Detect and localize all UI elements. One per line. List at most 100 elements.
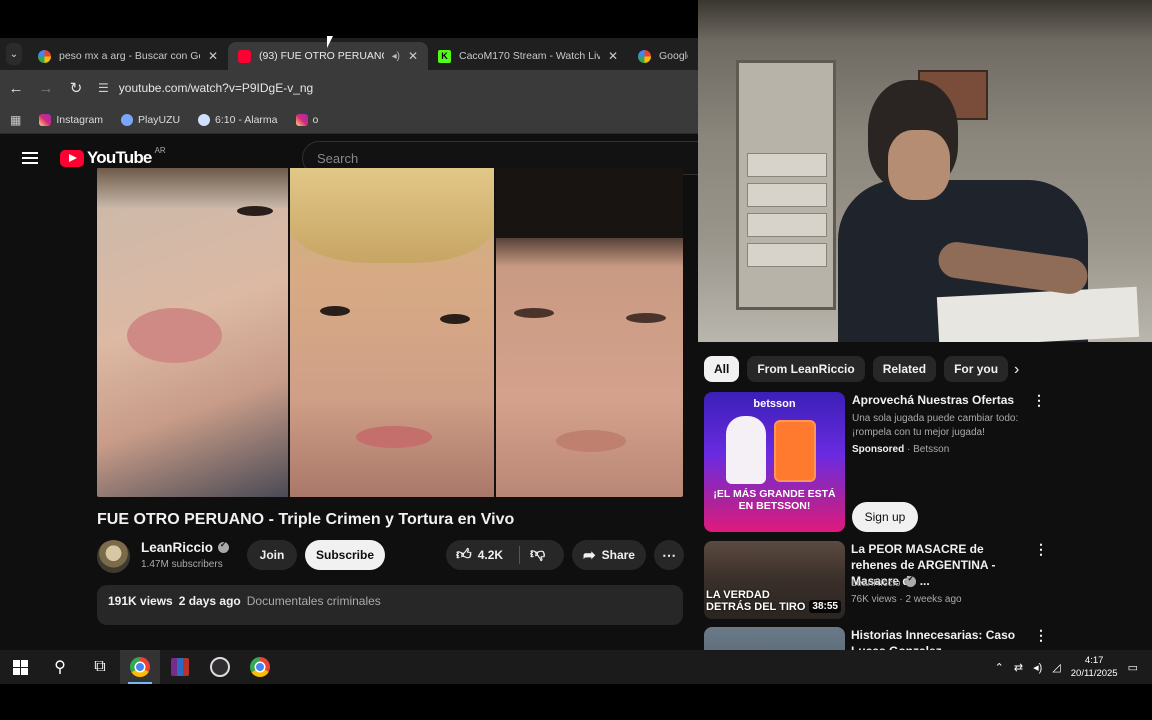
- youtube-logo[interactable]: YouTube AR: [60, 146, 166, 168]
- share-icon: ➦: [583, 547, 596, 564]
- webcam-overlay: [698, 0, 1152, 342]
- view-count: 191K views: [108, 594, 173, 608]
- recommendation-title[interactable]: Historias Innecesarias: Caso Lucas Gonza…: [851, 627, 1031, 650]
- volume-icon[interactable]: ◂): [1033, 661, 1042, 674]
- bookmark-alarm[interactable]: 6:10 - Alarma: [198, 113, 278, 126]
- upload-age: 2 days ago: [178, 594, 241, 608]
- bookmark-o[interactable]: o: [295, 113, 319, 126]
- speaker-icon[interactable]: ◂): [392, 51, 400, 62]
- tab-close-icon[interactable]: ✕: [608, 49, 618, 63]
- search-icon[interactable]: ⚲: [40, 650, 80, 684]
- channel-row: LeanRiccio 1.47M subscribers Join Subscr…: [97, 538, 687, 578]
- recommendations-sidebar: All From LeanRiccio Related For you › be…: [698, 342, 1152, 650]
- windows-start-icon[interactable]: [0, 650, 40, 684]
- address-bar: ← → ↻ ☰ youtube.com/watch?v=P9IDgE-v_ng: [0, 70, 698, 106]
- bookmark-label: o: [312, 113, 319, 126]
- chrome-taskbar-icon-2[interactable]: [240, 650, 280, 684]
- sponsored-ad[interactable]: betsson ¡EL MÁS GRANDE ESTÁ EN BETSSON! …: [704, 392, 1144, 532]
- tab-google[interactable]: Google: [628, 42, 698, 70]
- site-info-icon[interactable]: ☰: [98, 81, 109, 95]
- bookmark-label: Instagram: [56, 113, 104, 126]
- thumbs-down-icon[interactable]: 👎︎: [530, 545, 545, 563]
- forward-icon[interactable]: →: [38, 80, 54, 97]
- menu-icon[interactable]: [22, 152, 38, 164]
- kick-icon: K: [438, 49, 451, 63]
- system-tray: ⌃ ⇄ ◂) ◿ 4:17 20/11/2025 ▭: [995, 650, 1152, 684]
- reload-icon[interactable]: ↻: [68, 79, 84, 97]
- tab-strip: ⌄ peso mx a arg - Buscar con Google ✕ (9…: [0, 38, 698, 70]
- bookmark-playuzu[interactable]: PlayUZU: [121, 113, 180, 126]
- chip-all[interactable]: All: [704, 356, 740, 382]
- ad-text: Una sola jugada puede cambiar todo: ¡rom…: [852, 413, 1019, 438]
- more-actions-icon[interactable]: ⋯: [654, 540, 684, 570]
- tab-close-icon[interactable]: ✕: [408, 49, 418, 63]
- task-view-icon[interactable]: ⧉: [80, 650, 120, 684]
- instagram-icon: [39, 113, 52, 126]
- wifi-icon[interactable]: ◿: [1052, 661, 1060, 674]
- recommendation-thumbnail[interactable]: [704, 627, 845, 650]
- tab-label: (93) FUE OTRO PERUANO -: [259, 50, 384, 62]
- subscribe-button[interactable]: Subscribe: [305, 540, 385, 570]
- network-icon[interactable]: ⇄: [1014, 661, 1023, 674]
- ad-meta: Sponsored · Betsson: [852, 444, 949, 455]
- alarm-icon: [198, 113, 211, 126]
- recommendation-item[interactable]: Historias Innecesarias: Caso Lucas Gonza…: [704, 627, 1144, 650]
- clock[interactable]: 4:17 20/11/2025: [1071, 654, 1118, 680]
- windows-taskbar: ⚲ ⧉ ⌃ ⇄ ◂) ◿ 4:17 20/11/2025 ▭: [0, 650, 1152, 684]
- url-text: youtube.com/watch?v=P9IDgE-v_ng: [118, 81, 314, 95]
- video-title: FUE OTRO PERUANO - Triple Crimen y Tortu…: [97, 511, 515, 528]
- chrome-taskbar-icon[interactable]: [120, 650, 160, 684]
- ad-phone: [774, 420, 816, 482]
- back-icon[interactable]: ←: [8, 80, 24, 97]
- url-field[interactable]: ☰ youtube.com/watch?v=P9IDgE-v_ng: [98, 81, 313, 95]
- google-icon: [38, 49, 51, 63]
- video-duration: 38:55: [809, 600, 841, 613]
- tab-kick-stream[interactable]: K CacoM170 Stream - Watch Live ✕: [428, 42, 628, 70]
- youtube-play-icon: [60, 149, 84, 167]
- chip-for-you[interactable]: For you: [944, 356, 1009, 382]
- ad-title[interactable]: Aprovechá Nuestras Ofertas: [852, 393, 1014, 407]
- playuzu-icon: [121, 113, 134, 126]
- recommendation-more-icon[interactable]: ⋮: [1034, 627, 1048, 644]
- tab-close-icon[interactable]: ✕: [208, 49, 218, 63]
- top-black-band: [0, 0, 700, 38]
- person-face: [888, 130, 950, 200]
- share-label: Share: [601, 548, 635, 562]
- chip-from-channel[interactable]: From LeanRiccio: [747, 356, 865, 382]
- apps-grid-icon[interactable]: ▦: [10, 113, 21, 127]
- description-box[interactable]: 191K views 2 days ago Documentales crimina…: [97, 585, 683, 625]
- like-button[interactable]: 👍︎ 4.2K 👎︎: [446, 540, 564, 570]
- video-player[interactable]: [97, 168, 683, 497]
- tab-label: CacoM170 Stream - Watch Live: [459, 50, 600, 62]
- tab-label: peso mx a arg - Buscar con Google: [59, 50, 200, 62]
- logo-text: YouTube: [87, 148, 152, 167]
- notifications-icon[interactable]: ▭: [1128, 661, 1138, 674]
- join-button[interactable]: Join: [247, 540, 297, 570]
- sign-up-button[interactable]: Sign up: [852, 502, 918, 532]
- filter-chips: All From LeanRiccio Related For you: [704, 356, 1009, 382]
- winrar-icon[interactable]: [160, 650, 200, 684]
- obs-icon[interactable]: [200, 650, 240, 684]
- mouse-cursor-icon: [327, 36, 336, 48]
- bookmark-instagram[interactable]: Instagram: [39, 113, 104, 126]
- recommendation-item[interactable]: LA VERDAD DETRÁS DEL TIRO 38:55 La PEOR …: [704, 541, 1144, 621]
- channel-avatar[interactable]: [97, 540, 130, 573]
- ad-more-icon[interactable]: ⋮: [1032, 392, 1046, 409]
- channel-name[interactable]: LeanRiccio: [141, 540, 230, 555]
- recommendation-more-icon[interactable]: ⋮: [1034, 541, 1048, 558]
- share-button[interactable]: ➦ Share: [572, 540, 646, 570]
- ad-thumbnail[interactable]: betsson ¡EL MÁS GRANDE ESTÁ EN BETSSON!: [704, 392, 845, 532]
- thumbs-up-icon: 👍︎: [456, 546, 472, 563]
- recommendation-thumbnail[interactable]: LA VERDAD DETRÁS DEL TIRO 38:55: [704, 541, 845, 619]
- tab-search-button[interactable]: ⌄: [6, 43, 22, 65]
- recommendation-meta: 76K views · 2 weeks ago: [851, 594, 962, 605]
- video-frame-left: [97, 168, 289, 497]
- chip-related[interactable]: Related: [872, 356, 937, 382]
- ad-figure: [726, 416, 766, 484]
- tab-google-search[interactable]: peso mx a arg - Buscar con Google ✕: [28, 42, 228, 70]
- chevron-up-icon[interactable]: ⌃: [995, 661, 1004, 674]
- sponsored-label: Sponsored: [852, 444, 905, 455]
- instagram-icon: [295, 113, 308, 126]
- chevron-right-icon[interactable]: ›: [1014, 361, 1019, 379]
- paper-sheet: [936, 286, 1140, 342]
